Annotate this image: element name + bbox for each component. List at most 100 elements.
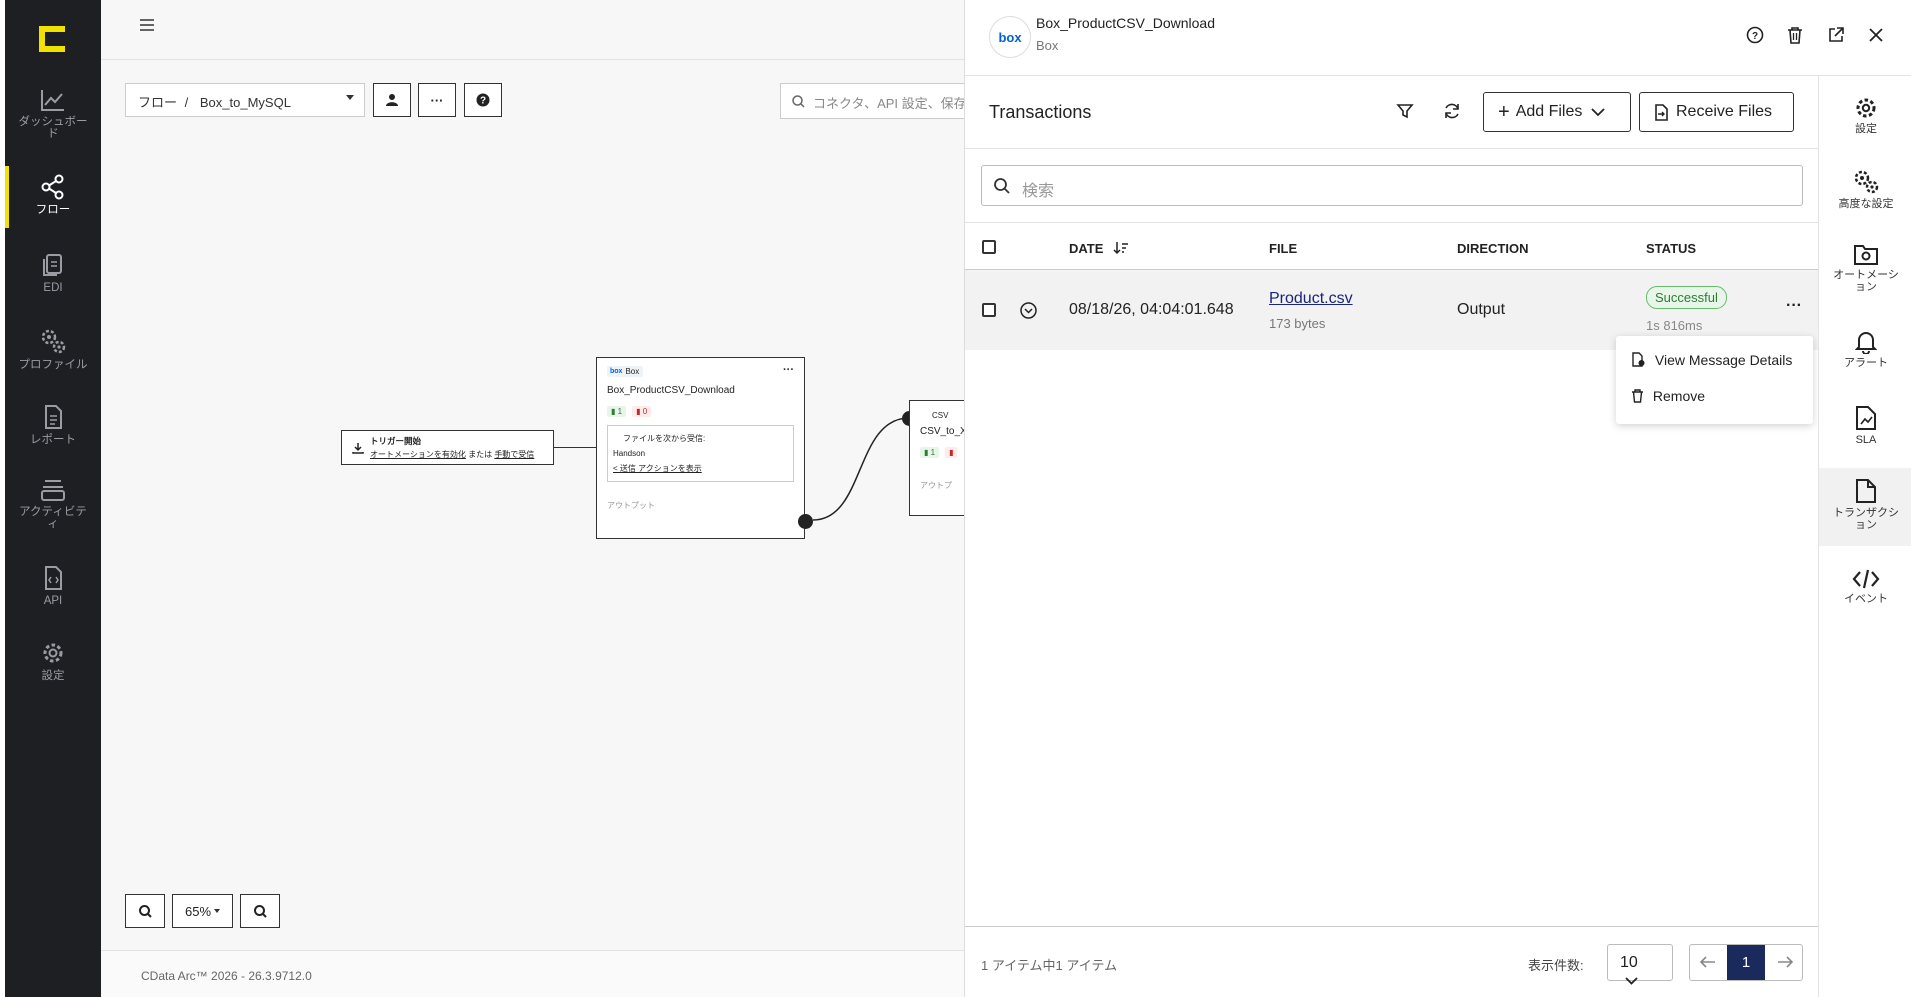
enable-automation-link[interactable]: オートメーションを有効化	[370, 450, 466, 459]
add-files-button[interactable]: + Add Files	[1483, 92, 1631, 132]
nav-item-settings[interactable]: 設定	[5, 640, 101, 682]
connector-line	[554, 447, 597, 448]
divider	[965, 222, 1819, 223]
receive-files-button[interactable]: Receive Files	[1639, 92, 1794, 132]
zoom-in-button[interactable]	[125, 894, 165, 928]
tab-transactions[interactable]: トランザクション	[1819, 468, 1911, 546]
row-date: 08/18/26, 04:04:01.648	[1069, 301, 1234, 318]
nav-item-reports[interactable]: レポート	[5, 404, 101, 446]
hamburger-menu-icon[interactable]	[139, 18, 155, 37]
view-message-details-item[interactable]: View Message Details	[1632, 352, 1792, 368]
error-count-badge: ▮	[945, 447, 958, 458]
breadcrumb-root[interactable]: フロー	[138, 95, 177, 110]
tab-label: 高度な設定	[1838, 198, 1894, 210]
badge-label: Box	[625, 367, 640, 376]
transactions-section: Transactions + Add Files Receive Files 検…	[965, 76, 1819, 997]
status-column-header[interactable]: STATUS	[1646, 241, 1696, 256]
flow-canvas[interactable]: フロー / Box_to_MySQL ··· ? コネクタ、API 設定、保存 …	[101, 0, 970, 997]
tab-alerts[interactable]: アラート	[1819, 330, 1911, 369]
flow-selector[interactable]: フロー / Box_to_MySQL	[125, 83, 365, 117]
search-placeholder: コネクタ、API 設定、保存	[813, 96, 967, 111]
trigger-node[interactable]: トリガー開始 オートメーションを有効化 または 手動で受信	[341, 430, 554, 465]
current-page[interactable]: 1	[1727, 945, 1765, 980]
nav-item-dashboard[interactable]: ダッシュボード	[5, 88, 101, 140]
pagination: 1	[1689, 944, 1803, 981]
search-icon	[994, 178, 1010, 194]
select-all-checkbox[interactable]	[982, 240, 996, 254]
output-label: アウトプ	[920, 481, 952, 490]
manual-receive-link[interactable]: 手動で受信	[494, 450, 534, 459]
panel-tabs: 設定 高度な設定 オートメーション アラート SLA トランザクション イベント	[1818, 76, 1911, 997]
question-circle-icon: ?	[476, 93, 490, 107]
more-options-button[interactable]: ···	[418, 83, 456, 117]
help-button[interactable]: ?	[464, 83, 502, 117]
close-icon[interactable]	[1868, 27, 1884, 48]
nav-item-profile[interactable]: プロファイル	[5, 327, 101, 371]
nav-item-activity[interactable]: アクティビティ	[5, 478, 101, 530]
nav-item-edi[interactable]: EDI	[5, 252, 101, 294]
tab-sla[interactable]: SLA	[1819, 405, 1911, 446]
help-icon[interactable]: ?	[1746, 26, 1764, 49]
canvas-search-input[interactable]: コネクタ、API 設定、保存	[780, 83, 970, 119]
canvas-topbar	[101, 0, 964, 60]
page-size-select[interactable]: 10	[1607, 944, 1673, 985]
output-label: アウトプット	[607, 501, 655, 510]
expand-row-icon[interactable]	[1020, 302, 1037, 319]
tab-label: トランザクション	[1833, 507, 1899, 531]
status-badge: Successful	[1646, 286, 1727, 309]
add-files-label: Add Files	[1515, 103, 1583, 120]
tab-label: イベント	[1844, 593, 1888, 605]
gear-icon	[1856, 98, 1876, 118]
next-page-icon[interactable]	[1776, 955, 1794, 974]
user-icon	[386, 94, 398, 106]
nav-label: プロファイル	[18, 359, 88, 371]
box-logo-icon: box	[610, 368, 623, 375]
row-checkbox[interactable]	[982, 303, 996, 317]
remove-item[interactable]: Remove	[1632, 388, 1705, 404]
receive-from-label: ファイルを次から受信:	[623, 434, 706, 443]
menu-label: Remove	[1652, 388, 1706, 404]
transactions-search-input[interactable]: 検索	[981, 165, 1803, 206]
zoom-level-select[interactable]: 65%	[172, 894, 233, 928]
caret-down-icon	[214, 909, 221, 913]
app-footer: CData Arc™ 2026 - 26.3.9712.0	[101, 950, 964, 997]
node-name: Box_ProductCSV_Download	[607, 385, 735, 396]
file-lines-icon	[45, 405, 62, 429]
tab-settings[interactable]: 設定	[1819, 96, 1911, 135]
prev-page-icon[interactable]	[1699, 955, 1717, 974]
tab-advanced-settings[interactable]: 高度な設定	[1819, 168, 1911, 210]
trigger-or-text: または	[468, 450, 493, 459]
code-icon	[1852, 569, 1880, 589]
external-link-icon[interactable]	[1827, 26, 1845, 49]
node-menu-icon[interactable]: ···	[783, 364, 794, 376]
filter-icon[interactable]	[1396, 102, 1414, 125]
nav-label: API	[43, 595, 63, 607]
file-chart-icon	[1856, 406, 1876, 430]
date-header-label: DATE	[1069, 241, 1104, 256]
nav-item-api[interactable]: API	[5, 565, 101, 607]
csv-connector-node[interactable]: CSV CSV_to_XM ▮ 1 ▮ アウトプ	[909, 400, 969, 516]
file-import-icon	[1655, 103, 1668, 121]
file-link[interactable]: Product.csv	[1269, 290, 1353, 308]
flow-connection-curve	[812, 417, 910, 521]
tab-automation[interactable]: オートメーション	[1819, 243, 1911, 293]
show-send-action-link[interactable]: < 送信 アクションを表示	[613, 461, 788, 476]
row-actions-icon[interactable]: ···	[1786, 297, 1802, 315]
trigger-title: トリガー開始	[370, 436, 422, 446]
file-column-header[interactable]: FILE	[1269, 241, 1297, 256]
file-icon	[1856, 479, 1876, 503]
refresh-icon[interactable]	[1443, 102, 1461, 125]
direction-column-header[interactable]: DIRECTION	[1457, 241, 1529, 256]
box-connector-node[interactable]: box Box ··· Box_ProductCSV_Download ▮ 1 …	[596, 357, 805, 539]
tab-events[interactable]: イベント	[1819, 568, 1911, 605]
nav-label: レポート	[30, 434, 76, 446]
cdata-logo	[39, 26, 65, 52]
trash-icon[interactable]	[1787, 26, 1803, 49]
zoom-out-button[interactable]	[240, 894, 280, 928]
row-context-menu: View Message Details Remove	[1616, 336, 1813, 424]
date-column-header[interactable]: DATE	[1069, 241, 1129, 256]
nav-item-flow[interactable]: フロー	[5, 174, 101, 216]
user-button[interactable]	[373, 83, 411, 117]
ellipsis-icon: ···	[430, 92, 444, 108]
item-count: 1 アイテム中1 アイテム	[981, 958, 1118, 973]
